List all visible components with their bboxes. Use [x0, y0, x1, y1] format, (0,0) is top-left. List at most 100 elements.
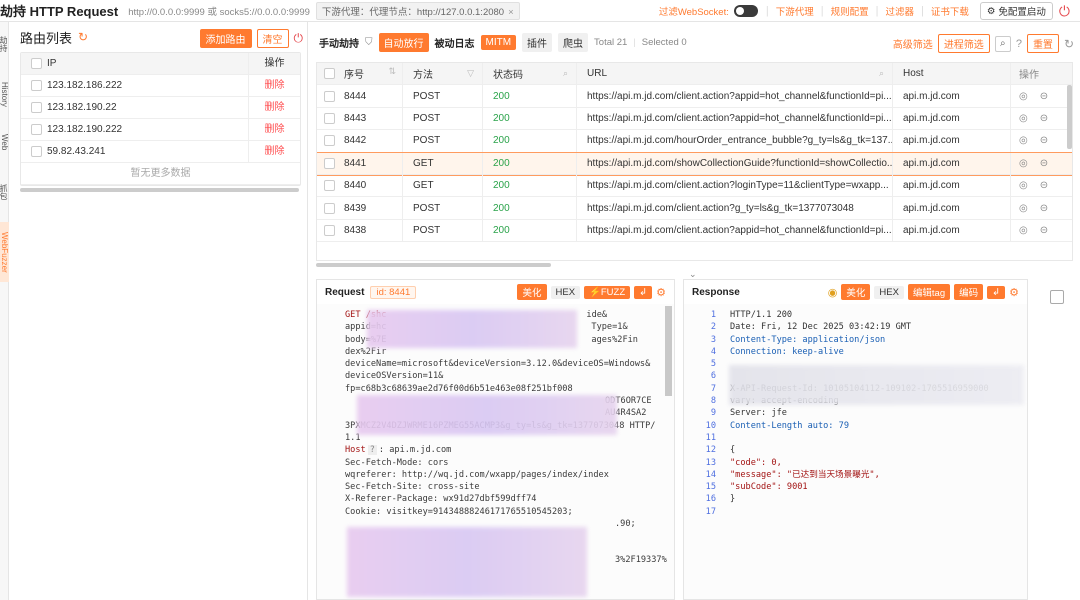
vertical-scrollbar[interactable]: [1067, 85, 1072, 149]
help-icon[interactable]: ?: [367, 445, 377, 456]
vertical-scrollbar[interactable]: [665, 306, 672, 396]
delete-link[interactable]: 删除: [248, 96, 300, 119]
table-row[interactable]: 8444 POST 200 https://api.m.jd.com/clien…: [317, 85, 1072, 108]
chrome-icon[interactable]: ◎: [1019, 113, 1028, 124]
row-checkbox[interactable]: [324, 202, 335, 214]
power-icon[interactable]: ⏻: [294, 31, 304, 46]
select-all-checkbox[interactable]: [31, 58, 42, 69]
row-checkbox[interactable]: [324, 224, 335, 236]
shield-icon[interactable]: ⛉: [365, 37, 373, 48]
downstream-proxy-link[interactable]: 下游代理: [776, 4, 814, 18]
row-checkbox[interactable]: [324, 157, 335, 169]
advanced-filter-link[interactable]: 高级筛选: [893, 36, 933, 51]
row-checkbox[interactable]: [324, 90, 335, 102]
manual-hijack-label[interactable]: 手动劫持: [319, 35, 359, 50]
table-row[interactable]: 59.82.43.241 删除: [21, 140, 300, 163]
arrow-right-circle-icon[interactable]: ⊝: [1040, 135, 1048, 146]
search-icon[interactable]: ⌕: [879, 68, 884, 79]
filter-icon[interactable]: ▽: [467, 68, 474, 79]
table-row[interactable]: 8443 POST 200 https://api.m.jd.com/clien…: [317, 107, 1072, 131]
table-row[interactable]: 123.182.190.222 删除: [21, 118, 300, 141]
auto-release-button[interactable]: 自动放行: [378, 32, 429, 52]
arrow-right-circle-icon[interactable]: ⊝: [1040, 91, 1048, 102]
table-row[interactable]: 8439 POST 200 https://api.m.jd.com/clien…: [317, 197, 1072, 220]
refresh-icon[interactable]: ↻: [1064, 37, 1074, 51]
arrow-right-circle-icon[interactable]: ⊝: [1040, 158, 1048, 169]
hex-button[interactable]: HEX: [550, 285, 581, 299]
add-route-button[interactable]: 添加路由: [199, 29, 252, 48]
settings-icon[interactable]: ⚙: [1009, 286, 1019, 299]
horizontal-scrollbar[interactable]: [316, 263, 551, 267]
chrome-icon[interactable]: ◎: [1019, 135, 1028, 146]
row-checkbox[interactable]: [31, 102, 42, 113]
cert-download-link[interactable]: 证书下载: [931, 4, 969, 18]
side-tab-webfuzzer[interactable]: WebFuzzer: [0, 222, 9, 282]
send-icon[interactable]: ↲: [987, 285, 1006, 299]
crawler-tab[interactable]: 爬虫: [558, 32, 589, 52]
chrome-icon[interactable]: ◎: [1019, 180, 1028, 191]
row-url: https://api.m.jd.com/client.action?appid…: [576, 107, 892, 130]
table-row[interactable]: 123.182.186.222 删除: [21, 74, 300, 97]
search-icon[interactable]: ⌕: [563, 68, 568, 79]
delete-link[interactable]: 删除: [248, 140, 300, 163]
chrome-icon[interactable]: ◉: [828, 286, 838, 299]
row-checkbox[interactable]: [31, 146, 42, 157]
downstream-proxy-tag[interactable]: 下游代理：代理节点：http://127.0.0.1:2080 ×: [315, 1, 520, 20]
hex-button[interactable]: HEX: [874, 285, 904, 299]
help-icon[interactable]: ?: [1016, 38, 1022, 50]
chrome-icon[interactable]: ◎: [1019, 225, 1028, 236]
delete-link[interactable]: 删除: [248, 118, 300, 141]
encode-dropdown[interactable]: 编码: [954, 284, 984, 300]
arrow-right-circle-icon[interactable]: ⊝: [1040, 113, 1048, 124]
filter-link[interactable]: 过滤器: [885, 4, 914, 18]
clear-button[interactable]: 清空: [256, 29, 289, 48]
side-tab-capture[interactable]: 抓包: [0, 172, 9, 212]
select-all-checkbox[interactable]: [324, 68, 335, 80]
beautify-button[interactable]: 美化: [517, 284, 547, 300]
search-icon[interactable]: ⌕: [994, 35, 1011, 52]
reset-button[interactable]: 重置: [1026, 34, 1059, 53]
table-row[interactable]: 123.182.190.22 删除: [21, 96, 300, 119]
chrome-icon[interactable]: ◎: [1019, 203, 1028, 214]
mitm-tab[interactable]: MITM: [480, 34, 517, 50]
table-row[interactable]: 8438 POST 200 https://api.m.jd.com/clien…: [317, 219, 1072, 243]
row-checkbox[interactable]: [324, 135, 335, 147]
chrome-icon[interactable]: ◎: [1019, 91, 1028, 102]
table-row[interactable]: 8440 GET 200 https://api.m.jd.com/client…: [317, 174, 1072, 198]
row-checkbox[interactable]: [31, 124, 42, 135]
settings-icon[interactable]: ⚙: [656, 286, 666, 299]
sort-icon[interactable]: ⇅: [388, 66, 396, 81]
plugin-tab[interactable]: 插件: [522, 32, 553, 52]
side-tab-fuzzer[interactable]: Web Fuzzer: [0, 122, 9, 162]
send-icon[interactable]: ↲: [634, 285, 653, 299]
filter-websocket-toggle[interactable]: [733, 5, 758, 17]
fuzz-button[interactable]: ⚡FUZZ: [584, 285, 631, 299]
row-checkbox[interactable]: [31, 80, 42, 91]
power-icon[interactable]: ⏻: [1059, 3, 1070, 20]
code-line: Sec-Fetch-Mode: cors: [345, 457, 449, 468]
passive-log-label[interactable]: 被动日志: [435, 35, 475, 50]
arrow-right-circle-icon[interactable]: ⊝: [1040, 180, 1048, 191]
arrow-right-circle-icon[interactable]: ⊝: [1040, 203, 1048, 214]
total-count: Total 21: [594, 36, 628, 48]
side-tab-hijack[interactable]: 劫持: [0, 30, 9, 58]
horizontal-scrollbar[interactable]: [20, 188, 299, 192]
row-checkbox[interactable]: [324, 180, 335, 192]
rules-config-link[interactable]: 规则配置: [831, 4, 869, 18]
response-editor[interactable]: 1 HTTP/1.1 200 2 Date: Fri, 12 Dec 2025 03:…: [684, 304, 1027, 599]
edit-tag-button[interactable]: 编辑tag: [907, 284, 951, 300]
process-filter-button[interactable]: 进程筛选: [937, 34, 990, 53]
column-header-id[interactable]: 序号: [344, 66, 364, 81]
arrow-right-circle-icon[interactable]: ⊝: [1040, 225, 1048, 236]
delete-link[interactable]: 删除: [248, 74, 300, 97]
close-icon[interactable]: ×: [508, 7, 514, 18]
table-row-selected[interactable]: 8441 GET 200 https://api.m.jd.com/showCo…: [317, 151, 1072, 176]
table-row[interactable]: 8442 POST 200 https://api.m.jd.com/hourO…: [317, 130, 1072, 153]
chrome-icon[interactable]: ◎: [1019, 158, 1028, 169]
split-layout-icon[interactable]: [1050, 290, 1064, 304]
beautify-button[interactable]: 美化: [841, 284, 871, 300]
side-tab-history[interactable]: History: [0, 80, 9, 108]
free-start-button[interactable]: ⚙ 免配置启动: [979, 2, 1053, 20]
row-checkbox[interactable]: [324, 112, 335, 124]
refresh-icon[interactable]: ↻: [78, 30, 88, 44]
